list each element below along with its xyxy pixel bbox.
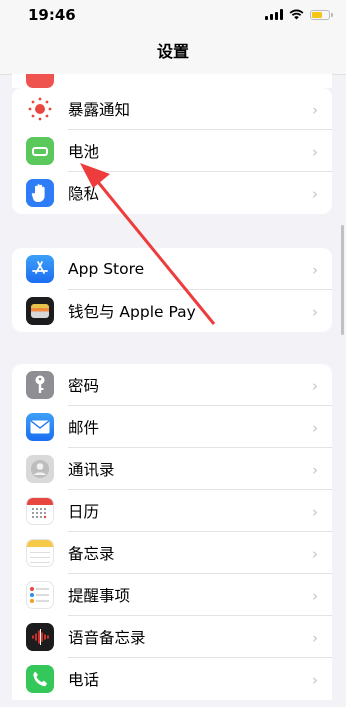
status-time: 19:46 [28,6,76,24]
row-calendar[interactable]: 日历 › [12,490,332,532]
row-voice-memos[interactable]: 语音备忘录 › [12,616,332,658]
row-label: 通讯录 [68,461,115,479]
page-title: 设置 [156,42,189,61]
row-label: 提醒事项 [68,587,131,605]
row-label: 电话 [68,671,100,689]
row-passwords[interactable]: 密码 › [12,364,332,406]
chevron-right-icon: › [312,419,318,437]
cellular-signal-icon [265,9,283,20]
voice-memos-icon [26,623,54,651]
settings-group-3: 密码 › 邮件 › 通讯录 › 日历 › 备忘录 › 提醒事项 › 语音备忘录 … [12,364,332,700]
settings-group-2: App Store › 钱包与 Apple Pay › [12,248,332,332]
row-mail[interactable]: 邮件 › [12,406,332,448]
row-label: 钱包与 Apple Pay [68,303,196,321]
row-label: 备忘录 [68,545,115,563]
chevron-right-icon: › [312,261,318,279]
chevron-right-icon: › [312,303,318,321]
status-icons [265,9,333,20]
clipped-row-icon [26,74,54,88]
row-phone[interactable]: 电话 › [12,658,332,700]
chevron-right-icon: › [312,101,318,119]
row-label: 电池 [68,143,100,161]
row-label: 隐私 [68,185,100,203]
row-label: 密码 [68,377,100,395]
settings-group-1: 暴露通知 › 电池 › 隐私 › [12,88,332,214]
app-store-icon [26,255,54,283]
row-wallet[interactable]: 钱包与 Apple Pay › [12,290,332,332]
chevron-right-icon: › [312,545,318,563]
contacts-icon [26,455,54,483]
chevron-right-icon: › [312,143,318,161]
exposure-notification-icon [26,95,54,123]
notes-icon [26,539,54,567]
row-battery[interactable]: 电池 › [12,130,332,172]
chevron-right-icon: › [312,503,318,521]
chevron-right-icon: › [312,629,318,647]
phone-icon [26,665,54,693]
chevron-right-icon: › [312,671,318,689]
row-label: App Store [68,260,145,278]
status-bar: 19:46 [0,0,346,30]
wallet-icon [26,297,54,325]
row-privacy[interactable]: 隐私 › [12,172,332,214]
chevron-right-icon: › [312,587,318,605]
mail-icon [26,413,54,441]
clipped-row [12,74,332,88]
row-label: 暴露通知 [68,101,131,119]
chevron-right-icon: › [312,461,318,479]
wifi-icon [289,9,304,20]
calendar-icon [26,497,54,525]
chevron-right-icon: › [312,185,318,203]
scrollbar[interactable] [341,225,344,335]
nav-bar: 设置 [0,30,346,75]
row-reminders[interactable]: 提醒事项 › [12,574,332,616]
battery-status-icon [310,9,333,20]
row-label: 邮件 [68,419,100,437]
chevron-right-icon: › [312,377,318,395]
row-exposure-notification[interactable]: 暴露通知 › [12,88,332,130]
reminders-icon [26,581,54,609]
row-contacts[interactable]: 通讯录 › [12,448,332,490]
key-icon [26,371,54,399]
row-notes[interactable]: 备忘录 › [12,532,332,574]
row-app-store[interactable]: App Store › [12,248,332,290]
hand-privacy-icon [26,179,54,207]
row-label: 语音备忘录 [68,629,146,647]
row-label: 日历 [68,503,100,521]
battery-icon [26,137,54,165]
